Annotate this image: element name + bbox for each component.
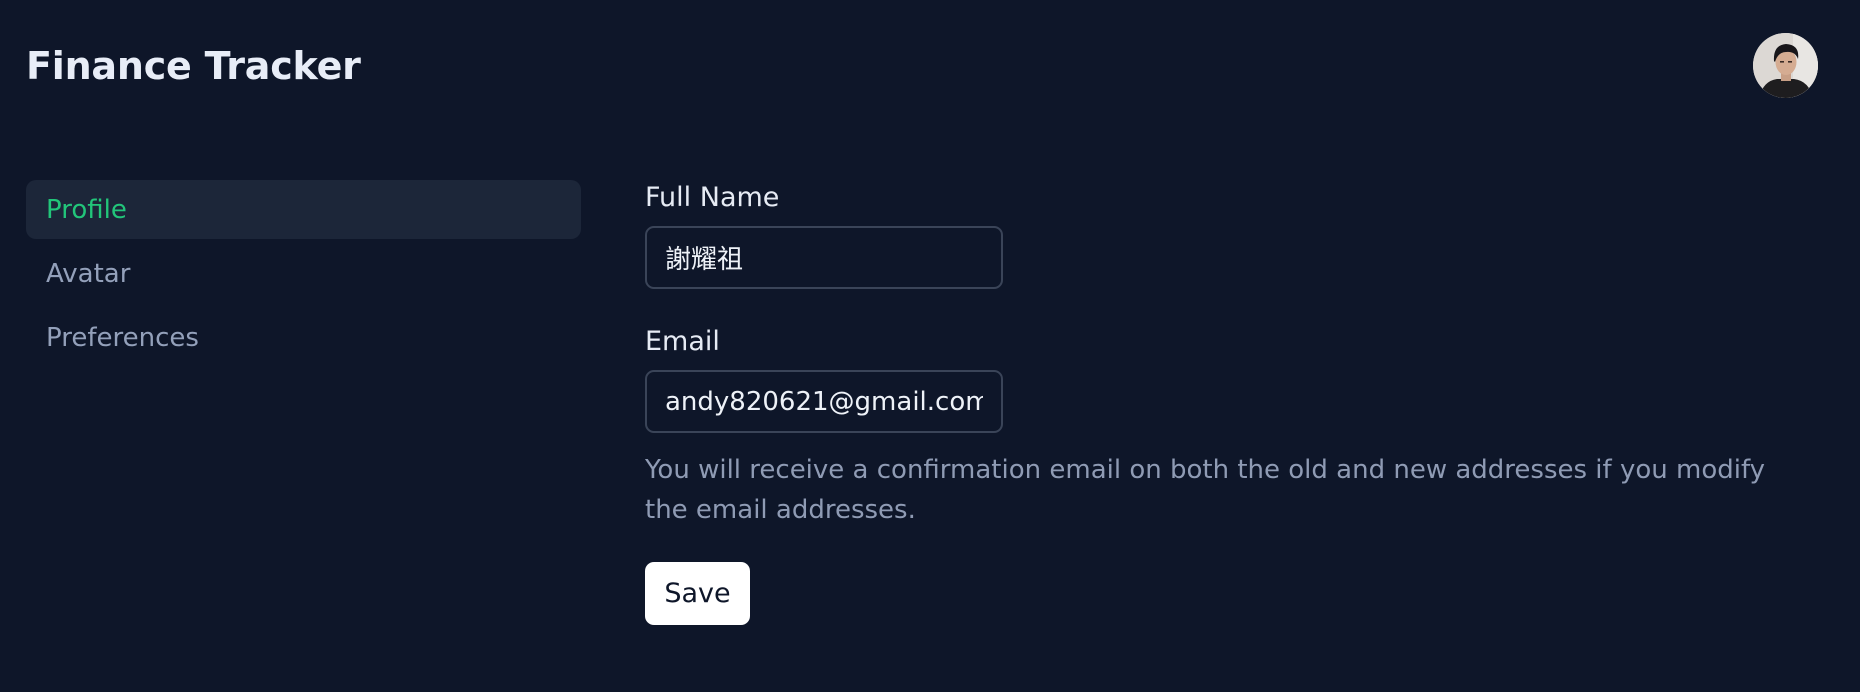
settings-page: Finance Tracker Profile Avatar Preferenc… [0,0,1860,692]
email-label: Email [645,326,720,357]
settings-sidebar: Profile Avatar Preferences [26,180,581,372]
full-name-label: Full Name [645,182,780,213]
sidebar-item-label: Profile [46,194,127,225]
app-title: Finance Tracker [26,44,361,88]
sidebar-item-avatar[interactable]: Avatar [26,244,581,303]
full-name-input[interactable] [645,226,1003,289]
save-button[interactable]: Save [645,562,750,625]
user-avatar[interactable] [1753,33,1818,98]
email-help-text: You will receive a confirmation email on… [645,455,1766,525]
email-input[interactable] [645,370,1003,433]
sidebar-item-label: Avatar [46,258,131,289]
user-avatar-photo-icon [1753,33,1818,98]
sidebar-item-preferences[interactable]: Preferences [26,308,581,367]
sidebar-item-profile[interactable]: Profile [26,180,581,239]
sidebar-item-label: Preferences [46,322,199,353]
